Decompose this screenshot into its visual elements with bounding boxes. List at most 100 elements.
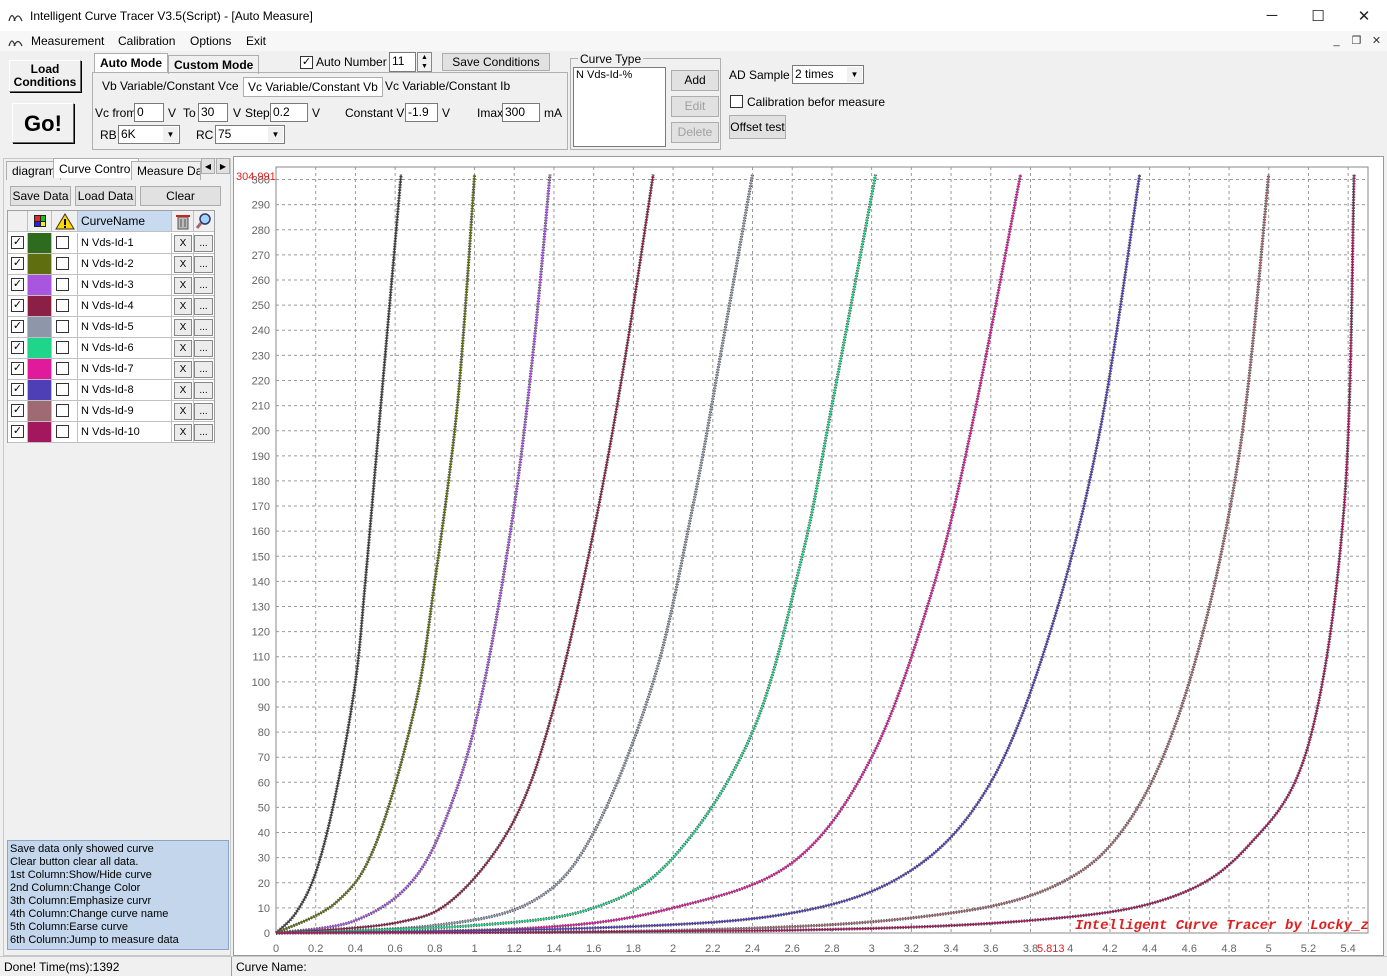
curve-color-swatch[interactable] <box>28 254 52 275</box>
erase-curve-button[interactable]: X <box>174 256 192 273</box>
curve-name-cell[interactable]: N Vds-Id-6 <box>78 338 172 359</box>
curve-color-swatch[interactable] <box>28 296 52 317</box>
tab-curve-control[interactable]: Curve Control <box>53 158 140 178</box>
minimize-button[interactable]: ─ <box>1249 0 1295 31</box>
rc-select[interactable]: 75 ▼ <box>215 125 285 144</box>
calibration-checkbox[interactable] <box>730 95 743 108</box>
emphasize-checkbox[interactable] <box>56 278 69 291</box>
curve-name-cell[interactable]: N Vds-Id-10 <box>78 422 172 443</box>
jump-to-data-button[interactable]: ... <box>194 424 213 441</box>
emphasize-checkbox[interactable] <box>56 299 69 312</box>
curve-type-list[interactable]: N Vds-Id-% <box>573 67 666 147</box>
erase-curve-button[interactable]: X <box>174 382 192 399</box>
curve-chart[interactable]: 0102030405060708090100110120130140150160… <box>234 157 1385 957</box>
erase-curve-button[interactable]: X <box>174 340 192 357</box>
jump-to-data-button[interactable]: ... <box>194 319 213 336</box>
rb-select[interactable]: 6K ▼ <box>118 125 180 144</box>
erase-curve-button[interactable]: X <box>174 277 192 294</box>
go-button[interactable]: Go! <box>12 103 74 143</box>
curve-name-cell[interactable]: N Vds-Id-4 <box>78 296 172 317</box>
tab-scroll-left-icon[interactable]: ◀ <box>201 158 215 174</box>
to-input[interactable]: 30 <box>198 103 228 122</box>
jump-to-data-button[interactable]: ... <box>194 256 213 273</box>
subtab-vc-variable-ib[interactable]: Vc Variable/Constant Ib <box>385 79 510 93</box>
show-curve-checkbox[interactable]: ✓ <box>11 404 24 417</box>
jump-to-data-button[interactable]: ... <box>194 382 213 399</box>
curve-edit-button[interactable]: Edit <box>671 96 719 117</box>
emphasize-checkbox[interactable] <box>56 257 69 270</box>
save-data-button[interactable]: Save Data <box>10 186 71 206</box>
erase-curve-button[interactable]: X <box>174 319 192 336</box>
maximize-button[interactable]: ☐ <box>1295 0 1341 31</box>
tab-measure-data[interactable]: Measure Data <box>131 161 201 180</box>
show-curve-checkbox[interactable]: ✓ <box>11 236 24 249</box>
subtab-vc-variable-vb[interactable]: Vc Variable/Constant Vb <box>243 77 383 97</box>
mdi-close-button[interactable]: ✕ <box>1368 33 1385 48</box>
imax-input[interactable]: 300 <box>502 103 540 122</box>
show-curve-checkbox[interactable]: ✓ <box>11 299 24 312</box>
curve-color-swatch[interactable] <box>28 359 52 380</box>
curve-name-cell[interactable]: N Vds-Id-2 <box>78 254 172 275</box>
auto-number-input[interactable]: 11 <box>389 52 416 72</box>
chart-panel[interactable]: 0 10 20 30 40 50 60 70 80 90 100 110 120 130 140 150 160… <box>233 156 1384 956</box>
emphasize-checkbox[interactable] <box>56 341 69 354</box>
show-curve-checkbox[interactable]: ✓ <box>11 320 24 333</box>
emphasize-checkbox[interactable] <box>56 362 69 375</box>
curve-name-cell[interactable]: N Vds-Id-1 <box>78 233 172 254</box>
jump-to-data-button[interactable]: ... <box>194 403 213 420</box>
show-curve-checkbox[interactable]: ✓ <box>11 278 24 291</box>
offset-test-button[interactable]: Offset test <box>729 115 786 139</box>
erase-curve-button[interactable]: X <box>174 361 192 378</box>
erase-curve-button[interactable]: X <box>174 298 192 315</box>
auto-number-spinner[interactable]: ▲ ▼ <box>417 52 432 72</box>
vc-from-input[interactable]: 0 <box>134 103 164 122</box>
emphasize-checkbox[interactable] <box>56 404 69 417</box>
tab-auto-mode[interactable]: Auto Mode <box>94 53 168 72</box>
emphasize-checkbox[interactable] <box>56 236 69 249</box>
curve-name-cell[interactable]: N Vds-Id-5 <box>78 317 172 338</box>
curve-name-cell[interactable]: N Vds-Id-7 <box>78 359 172 380</box>
load-conditions-button[interactable]: Load Conditions <box>9 60 81 92</box>
jump-to-data-button[interactable]: ... <box>194 235 213 252</box>
curve-color-swatch[interactable] <box>28 338 52 359</box>
load-data-button[interactable]: Load Data <box>75 186 136 206</box>
ad-sample-select[interactable]: 2 times ▼ <box>792 65 864 84</box>
emphasize-checkbox[interactable] <box>56 320 69 333</box>
erase-curve-button[interactable]: X <box>174 403 192 420</box>
mdi-minimize-button[interactable]: _ <box>1328 33 1345 48</box>
erase-curve-button[interactable]: X <box>174 235 192 252</box>
mdi-restore-button[interactable]: ❐ <box>1348 33 1365 48</box>
emphasize-checkbox[interactable] <box>56 383 69 396</box>
show-curve-checkbox[interactable]: ✓ <box>11 362 24 375</box>
menu-exit[interactable]: Exit <box>246 34 266 48</box>
emphasize-checkbox[interactable] <box>56 425 69 438</box>
erase-curve-button[interactable]: X <box>174 424 192 441</box>
curve-color-swatch[interactable] <box>28 275 52 296</box>
curve-color-swatch[interactable] <box>28 401 52 422</box>
curve-name-cell[interactable]: N Vds-Id-9 <box>78 401 172 422</box>
curve-color-swatch[interactable] <box>28 380 52 401</box>
curve-add-button[interactable]: Add <box>671 70 719 91</box>
show-curve-checkbox[interactable]: ✓ <box>11 383 24 396</box>
subtab-vb-variable[interactable]: Vb Variable/Constant Vce <box>102 79 239 93</box>
constant-vb-input[interactable]: -1.9 <box>405 103 438 122</box>
jump-to-data-button[interactable]: ... <box>194 361 213 378</box>
clear-button[interactable]: Clear <box>140 186 221 206</box>
curve-color-swatch[interactable] <box>28 317 52 338</box>
jump-to-data-button[interactable]: ... <box>194 340 213 357</box>
save-conditions-button[interactable]: Save Conditions <box>442 53 550 71</box>
show-curve-checkbox[interactable]: ✓ <box>11 425 24 438</box>
jump-to-data-button[interactable]: ... <box>194 277 213 294</box>
menu-calibration[interactable]: Calibration <box>118 34 175 48</box>
tab-scroll-right-icon[interactable]: ▶ <box>216 158 230 174</box>
menu-options[interactable]: Options <box>190 34 231 48</box>
curve-delete-button[interactable]: Delete <box>671 122 719 143</box>
curve-color-swatch[interactable] <box>28 233 52 254</box>
jump-to-data-button[interactable]: ... <box>194 298 213 315</box>
show-curve-checkbox[interactable]: ✓ <box>11 341 24 354</box>
step-input[interactable]: 0.2 <box>270 103 308 122</box>
auto-number-checkbox[interactable]: ✓ <box>300 56 313 69</box>
curve-color-swatch[interactable] <box>28 422 52 443</box>
curve-name-cell[interactable]: N Vds-Id-3 <box>78 275 172 296</box>
menu-measurement[interactable]: Measurement <box>31 34 104 48</box>
